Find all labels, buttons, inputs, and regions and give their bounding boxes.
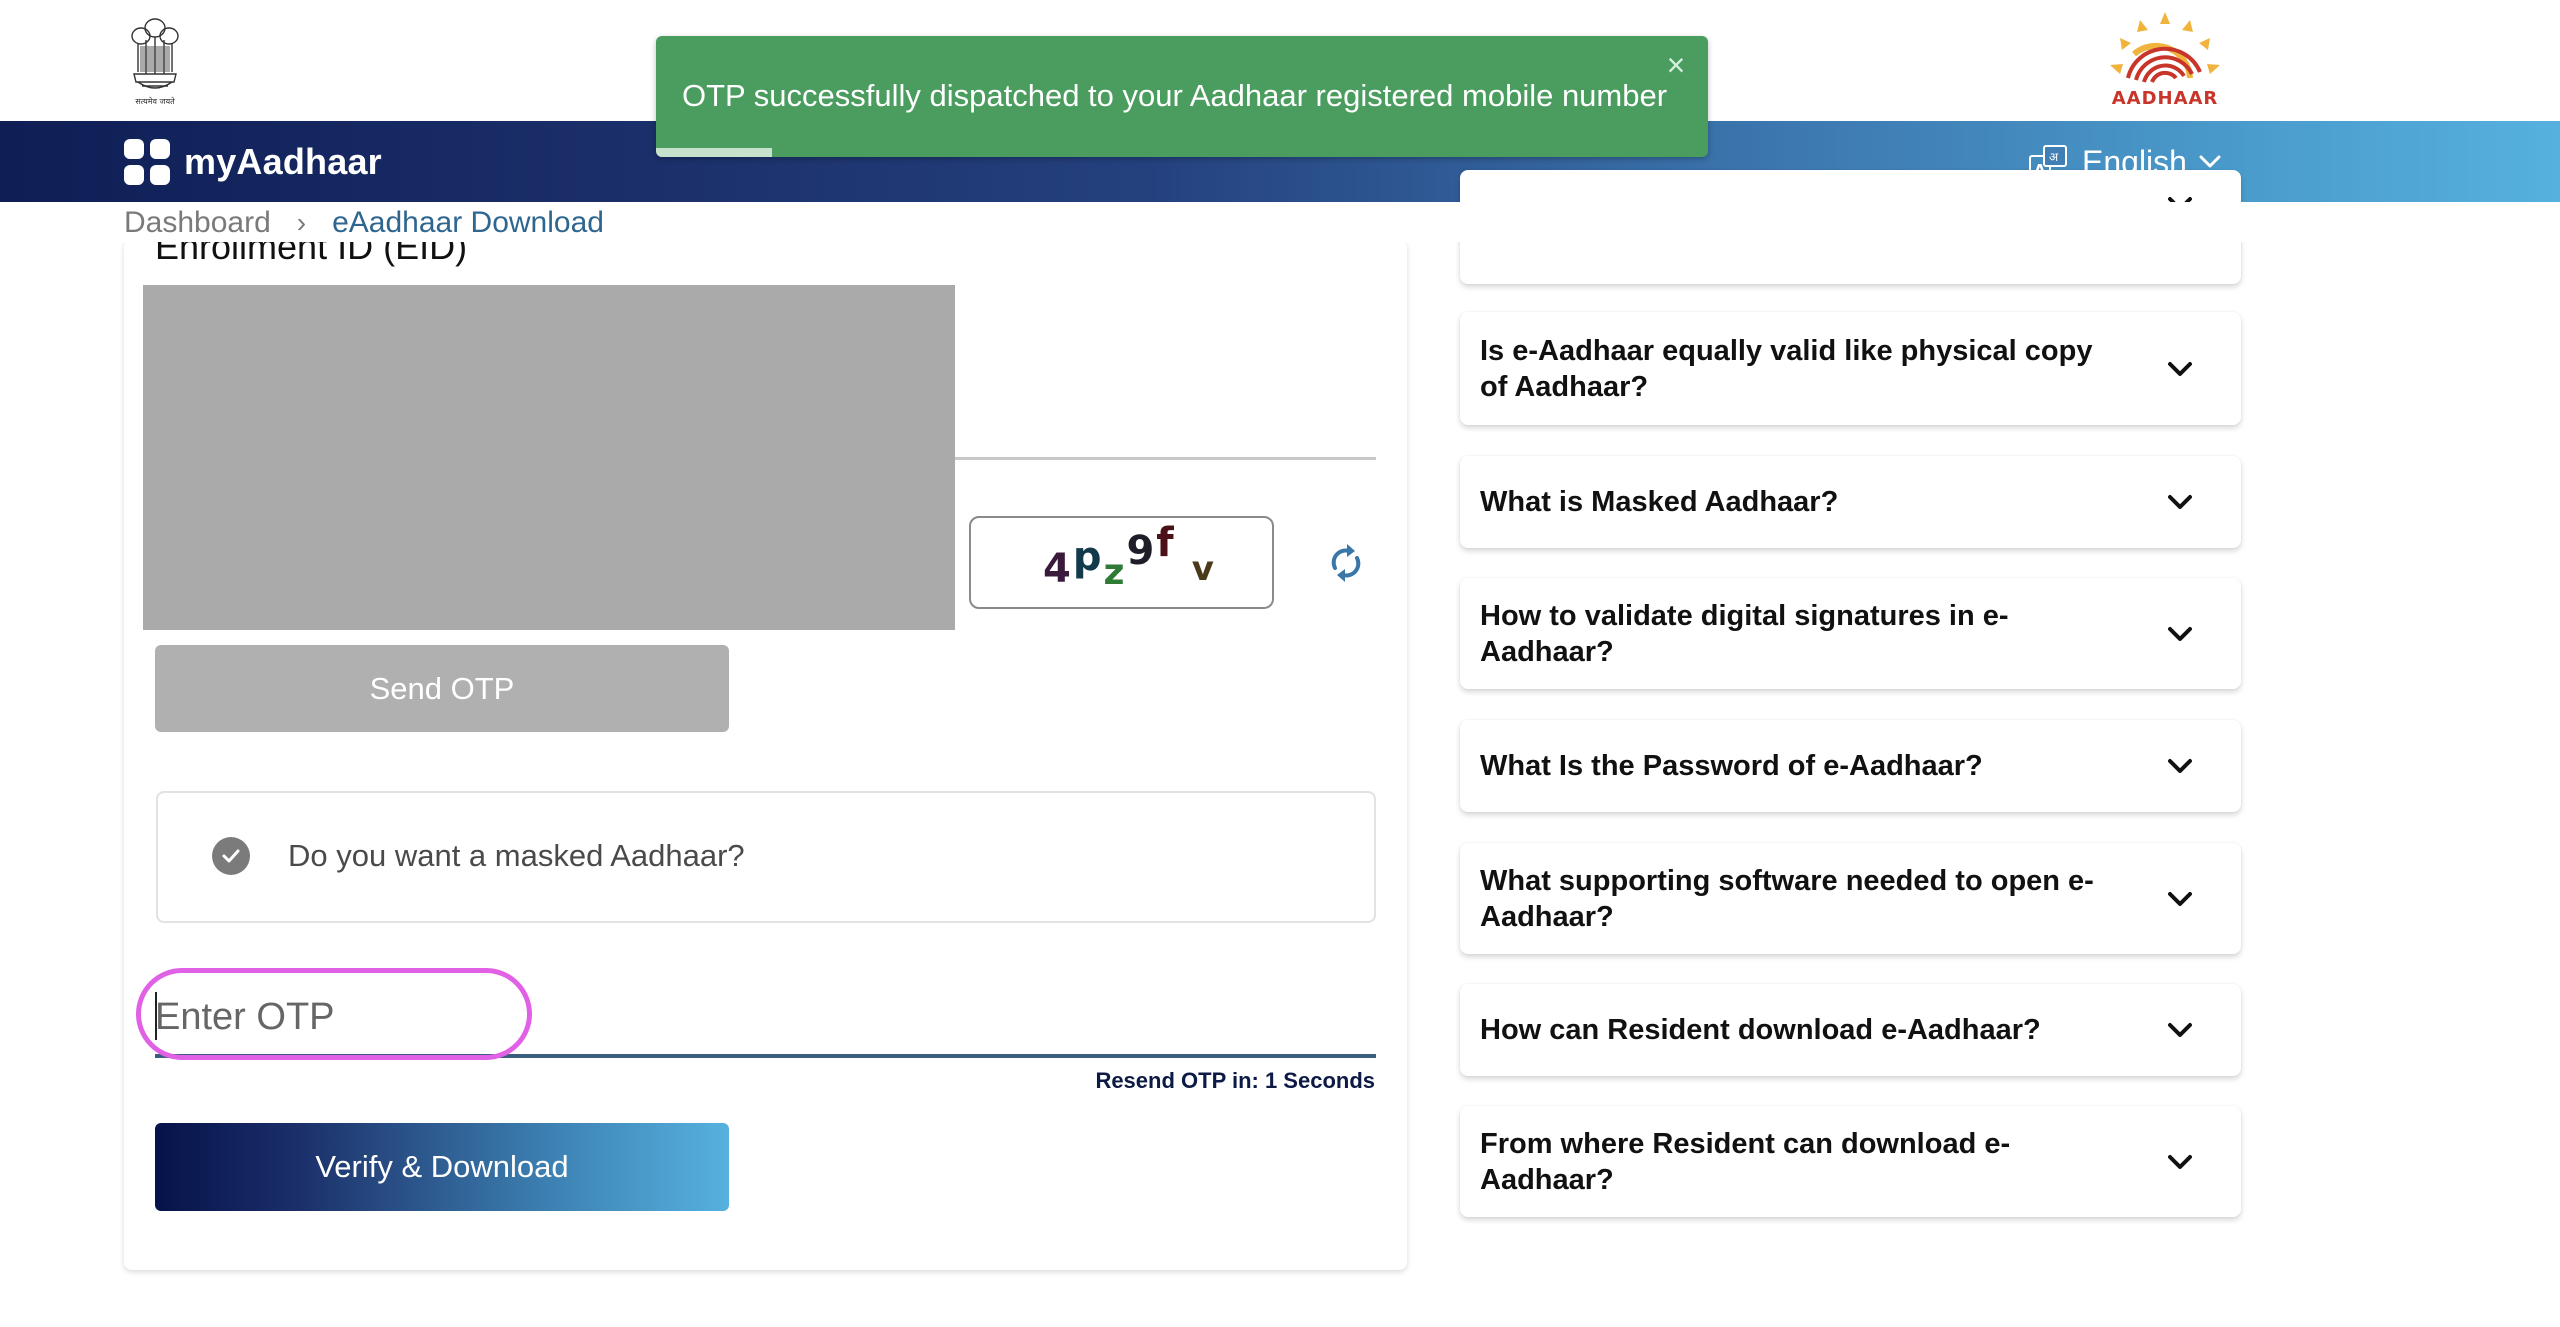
breadcrumb-separator-icon: › <box>296 207 307 238</box>
faq-question: Is e-Aadhaar equally valid like physical… <box>1480 334 2093 403</box>
faq-item[interactable]: From where Resident can download e-Aadha… <box>1460 1106 2241 1217</box>
faq-question: How to validate digital signatures in e-… <box>1480 599 2009 668</box>
captcha-char: z <box>1103 552 1127 593</box>
faq-question: From where Resident can download e-Aadha… <box>1480 1127 2011 1196</box>
brand[interactable]: myAadhaar <box>124 139 382 185</box>
otp-field[interactable] <box>155 980 1376 1058</box>
masked-aadhaar-option[interactable]: Do you want a masked Aadhaar? <box>156 791 1376 923</box>
chevron-down-icon <box>2168 1154 2192 1169</box>
aadhaar-logo: AADHAAR <box>2110 12 2220 109</box>
chevron-down-icon <box>2168 759 2192 773</box>
faq-item[interactable]: What Is the Password of e-Aadhaar? <box>1460 720 2241 812</box>
faq-item[interactable]: What is Masked Aadhaar? <box>1460 456 2241 548</box>
close-icon[interactable]: × <box>1662 49 1690 81</box>
captcha-char: f <box>1156 520 1176 566</box>
text-caret <box>155 992 157 1040</box>
breadcrumb-current: eAadhaar Download <box>332 206 604 239</box>
chevron-down-icon <box>2168 891 2192 906</box>
national-emblem-icon: सत्यमेव जयते <box>131 18 179 106</box>
captcha-char: v <box>1191 549 1216 589</box>
brand-name: myAadhaar <box>184 141 382 182</box>
faq-question: How can Resident download e-Aadhaar? <box>1480 1014 2041 1046</box>
breadcrumb-dashboard[interactable]: Dashboard <box>124 206 271 240</box>
captcha-text: 4pz9fv <box>1043 520 1216 593</box>
captcha-image: 4pz9fv <box>969 516 1274 609</box>
chevron-down-icon <box>2199 155 2221 168</box>
chevron-down-icon <box>2168 626 2192 641</box>
otp-input-underline <box>155 1054 1376 1058</box>
check-circle-icon[interactable] <box>212 837 250 875</box>
toast-progress-bar <box>656 148 772 157</box>
breadcrumb: Dashboard › eAadhaar Download <box>124 205 604 241</box>
resend-otp-timer: Resend OTP in: 1 Seconds <box>1095 1068 1375 1093</box>
captcha-char: 4 <box>1043 546 1073 592</box>
toast-message: OTP successfully dispatched to your Aadh… <box>682 78 1668 113</box>
faq-question: What Is the Password of e-Aadhaar? <box>1480 750 1983 782</box>
chevron-down-icon <box>2168 1023 2192 1037</box>
captcha-input-underline[interactable] <box>955 457 1376 460</box>
four-squares-grid-icon <box>124 139 170 185</box>
faq-item[interactable]: What supporting software needed to open … <box>1460 843 2241 954</box>
faq-item[interactable]: How to validate digital signatures in e-… <box>1460 578 2241 689</box>
faq-item[interactable]: Is e-Aadhaar equally valid like physical… <box>1460 312 2241 425</box>
send-otp-button[interactable]: Send OTP <box>155 645 729 732</box>
faq-question: What is Masked Aadhaar? <box>1480 486 1839 518</box>
aadhaar-logo-text: AADHAAR <box>2112 88 2219 109</box>
otp-input[interactable] <box>155 980 1376 1054</box>
masked-aadhaar-label: Do you want a masked Aadhaar? <box>288 838 745 873</box>
captcha-char: 9 <box>1126 528 1157 574</box>
chevron-down-icon <box>2168 495 2192 509</box>
captcha-char: p <box>1072 534 1104 580</box>
emblem-caption: सत्यमेव जयते <box>135 96 175 106</box>
verify-download-button[interactable]: Verify & Download <box>155 1123 729 1211</box>
refresh-icon[interactable] <box>1327 542 1365 584</box>
chevron-down-icon <box>2168 361 2192 376</box>
toast-notification: OTP successfully dispatched to your Aadh… <box>656 36 1708 157</box>
svg-text:अ: अ <box>2049 150 2059 164</box>
redacted-region <box>143 285 955 630</box>
faq-item[interactable]: How can Resident download e-Aadhaar? <box>1460 984 2241 1076</box>
faq-question: What supporting software needed to open … <box>1480 864 2094 933</box>
